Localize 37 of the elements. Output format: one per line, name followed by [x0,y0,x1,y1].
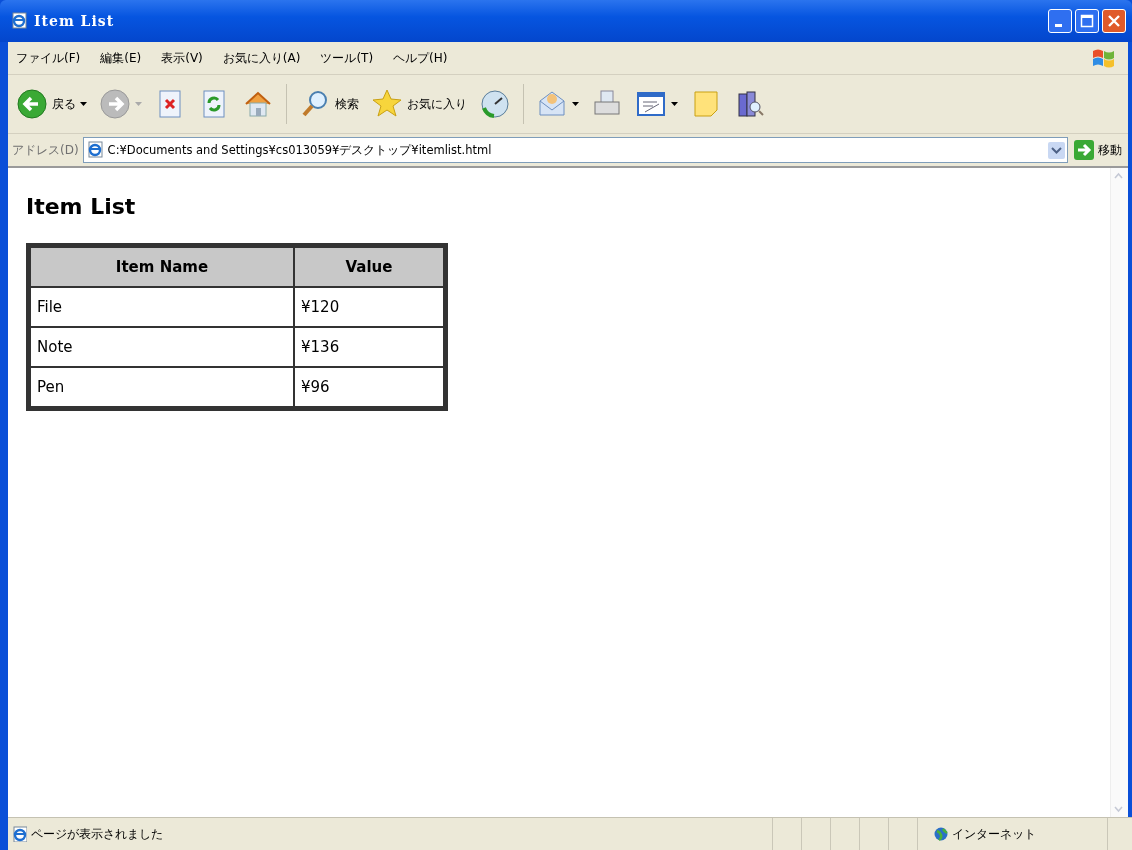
caret-icon [572,101,579,107]
favorites-button[interactable]: お気に入り [367,86,471,122]
window-title: Item List [34,13,115,29]
menu-item[interactable]: 表示(V) [161,49,203,67]
arrow-icon [1074,140,1094,160]
menu-item[interactable]: お気に入り(A) [222,49,301,67]
caret-icon [80,101,87,107]
search-button[interactable]: 検索 [295,86,363,122]
menu-item[interactable]: 編集(E) [100,49,142,67]
column-header: Value [294,245,446,287]
back-button[interactable]: 戻る [12,86,91,122]
address-label: アドレス(D) [12,141,79,159]
minimize-button[interactable] [1048,9,1072,33]
caret-icon [671,101,678,107]
page-icon [11,826,27,842]
history-icon [479,88,511,120]
close-button[interactable] [1102,9,1126,33]
menu-item[interactable]: ツール(T) [320,49,374,67]
zone-text: インターネット [952,825,1036,843]
close-icon [1107,14,1121,28]
maximize-button[interactable] [1075,9,1099,33]
go-button[interactable]: 移動 [1072,140,1124,160]
column-header: Item Name [28,245,294,287]
page-icon [85,141,104,159]
page-heading: Item List [26,194,137,219]
address-field[interactable]: C:¥Documents and Settings¥cs013059¥デスクトップ¥itemlist.html [82,137,1068,163]
table-cell: Note [28,327,294,367]
caret-icon [135,101,142,107]
table-cell: File [28,287,294,327]
maximize-icon [1080,14,1094,28]
star-icon [371,88,403,120]
menu-item[interactable]: ファイル(F) [16,49,81,67]
globe-icon [934,827,948,841]
page-icon [10,12,28,30]
minimize-icon [1054,23,1062,27]
menu-item[interactable]: ヘルプ(H) [393,49,448,67]
status-text: ページが表示されました [31,825,163,843]
